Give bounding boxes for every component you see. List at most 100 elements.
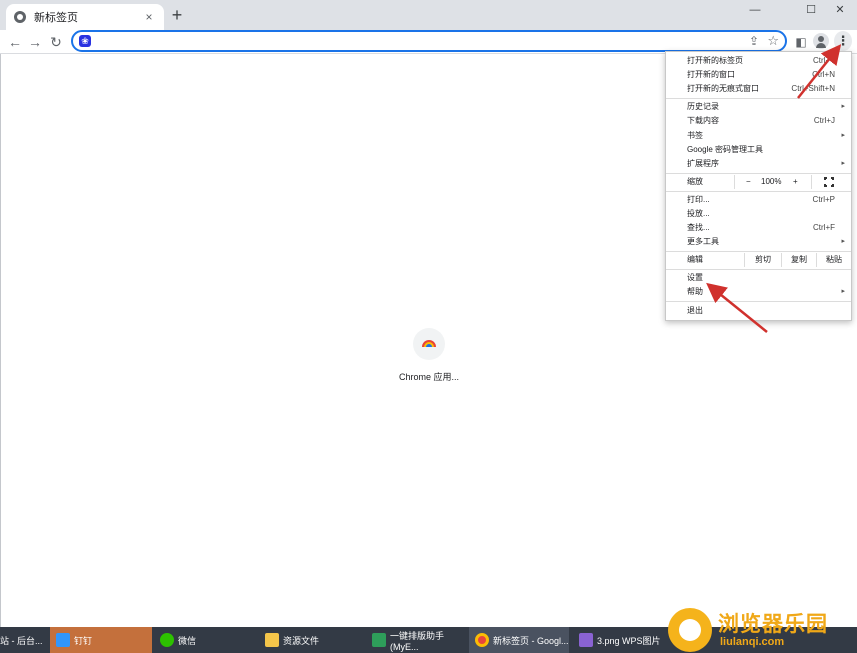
menu-item-cast[interactable]: 投放... — [666, 207, 851, 221]
zoom-out-button[interactable]: − — [746, 175, 751, 189]
taskbar-item-label: 微信 — [178, 635, 197, 646]
menu-item-label: 打印... — [687, 195, 710, 204]
menu-item-label: 打开新的窗口 — [687, 70, 735, 79]
side-panel-icon[interactable]: ◧ — [793, 34, 809, 50]
watermark-subtitle: liulanqi.com — [720, 636, 785, 648]
copy-button[interactable]: 复制 — [782, 253, 816, 267]
menu-divider — [811, 175, 812, 189]
taskbar-item-dingtalk[interactable]: 钉钉 — [50, 627, 152, 653]
menu-item-label: 查找... — [687, 223, 710, 232]
taskbar-item-label: 资源文件 — [283, 635, 320, 646]
menu-separator — [666, 191, 851, 192]
menu-item-find[interactable]: 查找... Ctrl+F — [666, 221, 851, 235]
cut-button[interactable]: 剪切 — [745, 253, 781, 267]
menu-item-history[interactable]: 历史记录 ▸ — [666, 100, 851, 114]
baidu-search-icon: ❀ — [79, 35, 91, 47]
chrome-main-menu: 打开新的标签页 Ctrl+T 打开新的窗口 Ctrl+N 打开新的无痕式窗口 C… — [665, 51, 852, 321]
taskbar-item-wechat[interactable]: 微信 — [154, 627, 254, 653]
submenu-arrow-icon: ▸ — [841, 238, 845, 245]
taskbar-item-label: 钉钉 — [74, 635, 93, 646]
menu-item-label: 帮助 — [687, 287, 703, 296]
menu-item-label: 编辑 — [687, 255, 703, 264]
new-tab-button[interactable]: + — [168, 6, 186, 24]
taskbar-item-label: 站 - 后台... — [0, 635, 43, 646]
menu-item-label: 更多工具 — [687, 237, 719, 246]
menu-item-edit: 编辑 剪切 复制 粘贴 — [666, 253, 851, 267]
chrome-apps-shortcut[interactable] — [413, 328, 445, 360]
menu-item-new-window[interactable]: 打开新的窗口 Ctrl+N — [666, 68, 851, 82]
taskbar-item-files[interactable]: 资源文件 — [259, 627, 363, 653]
minimize-button[interactable]: — — [743, 2, 767, 18]
window-close-button[interactable]: ✕ — [828, 2, 852, 18]
tab-strip: 新标签页 × + — ☐ ✕ — [0, 0, 857, 30]
forward-button[interactable]: → — [26, 33, 44, 51]
menu-item-label: 下载内容 — [687, 116, 719, 125]
taskbar-item-chrome[interactable]: 新标签页 - Googl... — [469, 627, 569, 653]
menu-item-shortcut: Ctrl+J — [813, 116, 835, 125]
menu-item-label: 投放... — [687, 209, 710, 218]
watermark-logo — [668, 608, 712, 652]
folder-icon — [265, 633, 279, 647]
submenu-arrow-icon: ▸ — [841, 160, 845, 167]
menu-item-downloads[interactable]: 下载内容 Ctrl+J — [666, 114, 851, 128]
menu-item-help[interactable]: 帮助 ▸ — [666, 285, 851, 299]
menu-item-label: 退出 — [687, 306, 703, 315]
menu-separator — [666, 251, 851, 252]
submenu-arrow-icon: ▸ — [841, 103, 845, 110]
chrome-apps-icon — [422, 340, 436, 347]
menu-item-more-tools[interactable]: 更多工具 ▸ — [666, 235, 851, 249]
menu-item-label: Google 密码管理工具 — [687, 145, 764, 154]
chrome-menu-button[interactable]: ⋮ — [834, 31, 852, 51]
taskbar-item-admin[interactable]: 站 - 后台... — [0, 627, 48, 653]
menu-item-print[interactable]: 打印... Ctrl+P — [666, 193, 851, 207]
menu-item-label: 打开新的标签页 — [687, 56, 743, 65]
paste-button[interactable]: 粘贴 — [817, 253, 851, 267]
reload-button[interactable]: ↻ — [47, 33, 65, 51]
menu-item-shortcut: Ctrl+N — [812, 70, 835, 79]
chrome-icon — [475, 633, 489, 647]
menu-item-settings[interactable]: 设置 — [666, 271, 851, 285]
menu-item-shortcut: Ctrl+P — [812, 195, 835, 204]
taskbar-item-label: 一键排版助手(MyE... — [390, 630, 445, 652]
menu-item-shortcut: Ctrl+F — [813, 223, 835, 232]
chrome-icon — [14, 11, 26, 23]
taskbar-item-layout-helper[interactable]: 一键排版助手(MyE... — [366, 627, 466, 653]
back-button[interactable]: ← — [6, 33, 24, 51]
menu-item-extensions[interactable]: 扩展程序 ▸ — [666, 157, 851, 171]
tab-close-icon[interactable]: × — [142, 10, 156, 24]
menu-item-new-incognito[interactable]: 打开新的无痕式窗口 Ctrl+Shift+N — [666, 82, 851, 96]
profile-avatar-icon[interactable] — [813, 33, 829, 49]
zoom-level: 100% — [761, 177, 782, 186]
menu-item-shortcut: Ctrl+Shift+N — [791, 84, 835, 93]
submenu-arrow-icon: ▸ — [841, 132, 845, 139]
wechat-icon — [160, 633, 174, 647]
address-bar[interactable]: ❀ ⇪ ☆ — [71, 30, 787, 52]
zoom-in-button[interactable]: + — [793, 175, 798, 189]
share-icon[interactable]: ⇪ — [749, 34, 759, 48]
menu-divider — [734, 175, 735, 189]
taskbar-item-label: 3.png WPS图片 — [597, 635, 661, 646]
menu-item-shortcut: Ctrl+T — [813, 56, 835, 65]
menu-item-label: 历史记录 — [687, 102, 719, 111]
menu-separator — [666, 173, 851, 174]
tab-title: 新标签页 — [34, 12, 78, 24]
menu-item-label: 书签 — [687, 131, 703, 140]
menu-item-new-tab[interactable]: 打开新的标签页 Ctrl+T — [666, 54, 851, 68]
fullscreen-icon[interactable] — [823, 176, 835, 188]
taskbar-item-wps-image[interactable]: 3.png WPS图片 — [573, 627, 663, 653]
menu-item-exit[interactable]: 退出 — [666, 304, 851, 318]
menu-item-label: 设置 — [687, 273, 703, 282]
menu-item-passwords[interactable]: Google 密码管理工具 — [666, 143, 851, 157]
dingtalk-icon — [56, 633, 70, 647]
menu-item-zoom: 缩放 − 100% + — [666, 175, 851, 189]
menu-item-bookmarks[interactable]: 书签 ▸ — [666, 129, 851, 143]
taskbar-item-label: 新标签页 - Googl... — [493, 635, 569, 646]
maximize-button[interactable]: ☐ — [799, 2, 823, 18]
menu-separator — [666, 301, 851, 302]
tab-new-tab-page[interactable]: 新标签页 × — [6, 4, 164, 30]
window-border — [0, 54, 1, 627]
wps-image-icon — [579, 633, 593, 647]
watermark-title: 浏览器乐园 — [718, 612, 828, 636]
bookmark-star-icon[interactable]: ☆ — [767, 33, 779, 49]
chrome-apps-label[interactable]: Chrome 应用... — [380, 370, 478, 383]
